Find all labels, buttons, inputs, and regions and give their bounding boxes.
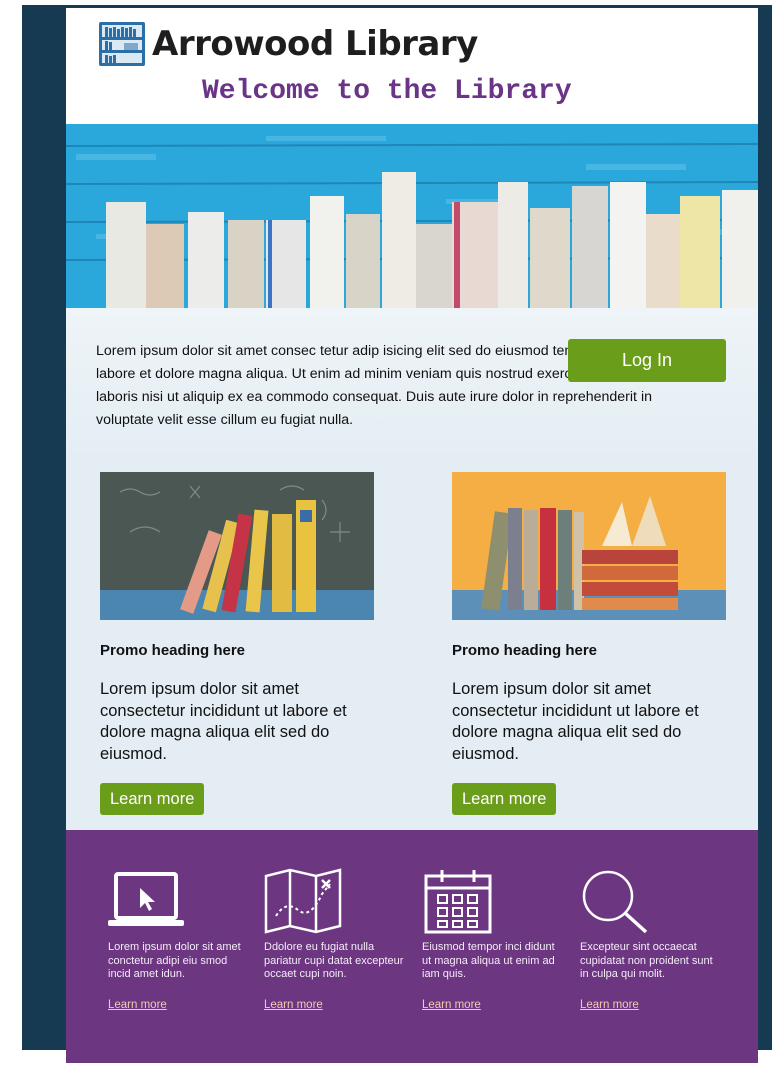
feature-item: Excepteur sint occaecat cupidatat non pr… [580, 868, 720, 1013]
promo-card: Promo heading here Lorem ipsum dolor sit… [100, 472, 374, 815]
learn-more-link[interactable]: Learn more [108, 999, 167, 1011]
promo-card: Promo heading here Lorem ipsum dolor sit… [452, 472, 726, 815]
calendar-icon [424, 870, 492, 934]
promo-image [100, 472, 374, 620]
map-icon [264, 868, 342, 934]
promo-heading: Promo heading here [452, 642, 598, 659]
feature-text: Excepteur sint occaecat cupidatat non pr… [580, 941, 713, 980]
promo-heading: Promo heading here [100, 642, 246, 659]
promo-text: Lorem ipsum dolor sit amet consectetur i… [100, 680, 347, 763]
welcome-heading: Welcome to the Library [202, 76, 572, 107]
login-button[interactable]: Log In [568, 339, 726, 382]
newsletter: Arrowood Library Welcome to the Library [66, 8, 758, 1063]
learn-more-link[interactable]: Learn more [264, 999, 323, 1011]
intro-panel: Lorem ipsum dolor sit amet consec tetur … [66, 308, 758, 453]
feature-text: Lorem ipsum dolor sit amet conctetur adi… [108, 941, 241, 980]
brand: Arrowood Library [98, 18, 478, 70]
learn-more-link[interactable]: Learn more [580, 999, 639, 1011]
header: Arrowood Library Welcome to the Library [66, 8, 758, 124]
learn-more-link[interactable]: Learn more [422, 999, 481, 1011]
promo-image [452, 472, 726, 620]
bookshelf-icon [99, 22, 145, 66]
laptop-cursor-icon [108, 872, 184, 926]
feature-text: Eiusmod tempor inci didunt ut magna aliq… [422, 941, 555, 980]
feature-item: Eiusmod tempor inci didunt ut magna aliq… [422, 868, 562, 1013]
feature-item: Lorem ipsum dolor sit amet conctetur adi… [108, 868, 248, 1013]
feature-text: Ddolore eu fugiat nulla pariatur cupi da… [264, 941, 404, 980]
learn-more-button[interactable]: Learn more [100, 783, 205, 815]
features-band: Lorem ipsum dolor sit amet conctetur adi… [66, 830, 758, 1063]
search-icon [582, 870, 648, 934]
library-name: Arrowood Library [152, 24, 478, 64]
learn-more-button[interactable]: Learn more [452, 783, 557, 815]
feature-item: Ddolore eu fugiat nulla pariatur cupi da… [264, 868, 404, 1013]
promo-text: Lorem ipsum dolor sit amet consectetur i… [452, 680, 699, 763]
hero-image [66, 124, 758, 314]
